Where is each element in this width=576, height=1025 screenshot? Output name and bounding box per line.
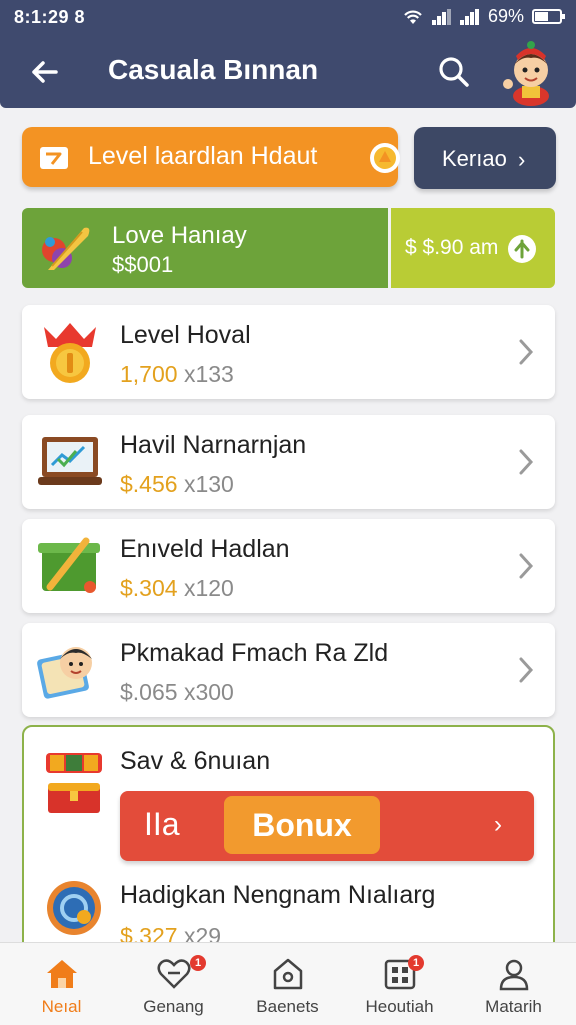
battery-icon: [532, 9, 565, 24]
tab-matarih[interactable]: Matarih: [456, 943, 571, 1025]
chevron-right-icon: ›: [494, 811, 502, 838]
level-action-button[interactable]: Level laardlan Hdaut: [22, 127, 400, 187]
status-icons: 69%: [402, 6, 565, 27]
secondary-action-button[interactable]: Kerıao ›: [414, 127, 556, 189]
heart-chat-icon: [157, 959, 191, 989]
featured-name: Love Hanıay: [112, 222, 247, 249]
item-title: Enıveld Hadlan: [120, 535, 290, 563]
tab-heoutiah[interactable]: 1 Heoutiah: [342, 943, 457, 1025]
list-item[interactable]: Pkmakad Fmach Ra Zld $.065 x300: [22, 623, 555, 717]
back-arrow-icon[interactable]: [24, 52, 64, 92]
featured-banner[interactable]: Love Hanıay $$001: [22, 208, 388, 288]
signal-icon-2: [459, 8, 480, 25]
tab-genang[interactable]: 1 Genang: [116, 943, 231, 1025]
tab-label: Neıal: [41, 997, 82, 1016]
secondary-action-label: Kerıao: [442, 146, 507, 171]
battery-percent: 69%: [487, 6, 524, 26]
level-action-label: Level laardlan Hdaut: [88, 142, 318, 170]
status-bar: 8:1:29 8 69%: [0, 0, 576, 36]
chevron-right-icon: [519, 553, 534, 579]
item-price: $.065: [120, 679, 178, 705]
tab-label: Genang: [143, 997, 204, 1016]
app-bar: Casuala Bınnan: [0, 36, 576, 108]
search-icon[interactable]: [434, 52, 474, 92]
bag-icon: [273, 958, 303, 990]
user-icon: [499, 959, 529, 991]
settings-globe-icon: [47, 881, 101, 935]
item-meta: 1,700 x133: [120, 361, 234, 388]
item-meta: $.456 x130: [120, 471, 234, 498]
list-item[interactable]: Level Hoval 1,700 x133: [22, 305, 555, 399]
notification-badge: 1: [408, 955, 424, 971]
feather-pen-icon: [42, 227, 90, 270]
item-meta: $.304 x120: [120, 575, 234, 602]
tab-label: Matarih: [485, 997, 542, 1016]
tab-baenets[interactable]: Baenets: [230, 943, 345, 1025]
item-price: $.304: [120, 575, 178, 601]
chevron-right-icon: [519, 657, 534, 683]
item-qty: x130: [183, 471, 234, 497]
bonus-button[interactable]: IIa Bonux ›: [120, 791, 534, 861]
featured-side-price: $ $.90 am: [405, 236, 499, 259]
character-card-icon: [37, 647, 92, 699]
item-qty: x300: [183, 679, 234, 705]
tab-home[interactable]: Neıal: [4, 943, 119, 1025]
item-qty: x120: [183, 575, 234, 601]
bonus-label: Bonux: [224, 796, 380, 854]
chevron-right-icon: [519, 339, 534, 365]
page-title: Casuala Bınnan: [108, 54, 319, 85]
gift-chest-icon: [46, 753, 102, 813]
green-box-icon: [38, 537, 100, 593]
bottom-tab-bar: Neıal 1 Genang Baenets 1 Heoutiah Matari…: [0, 942, 576, 1025]
featured-price: $$001: [112, 252, 174, 277]
item-title: Havil Narnarnjan: [120, 431, 307, 459]
bonus-prefix: IIa: [144, 806, 180, 842]
chevron-right-icon: ›: [518, 147, 526, 172]
promo-panel: Sav & 6nuıan IIa Bonux › Hadigkan Nengna…: [22, 725, 555, 955]
list-item[interactable]: Havil Narnarnjan $.456 x130: [22, 415, 555, 509]
home-icon: [47, 960, 77, 988]
item-price: 1,700: [120, 361, 178, 387]
list-item[interactable]: Enıveld Hadlan $.304 x120: [22, 519, 555, 613]
upgrade-icon: [508, 235, 536, 263]
featured-price-button[interactable]: $ $.90 am: [391, 208, 555, 288]
promo-second-title: Hadigkan Nengnam Nıalıarg: [120, 881, 436, 909]
item-price: $.456: [120, 471, 178, 497]
item-qty: x133: [183, 361, 234, 387]
notification-badge: 1: [190, 955, 206, 971]
chevron-right-icon: [519, 449, 534, 475]
laptop-chart-icon: [38, 437, 102, 485]
item-title: Pkmakad Fmach Ra Zld: [120, 639, 389, 667]
ticket-icon: [40, 147, 68, 169]
status-time: 8:1:29 8: [14, 7, 86, 27]
item-title: Level Hoval: [120, 321, 251, 349]
promo-title: Sav & 6nuıan: [120, 747, 271, 775]
tab-label: Heoutiah: [365, 997, 434, 1016]
tab-label: Baenets: [256, 997, 319, 1016]
avatar[interactable]: [500, 40, 562, 106]
item-meta: $.065 x300: [120, 679, 234, 706]
wifi-icon: [404, 10, 422, 24]
coin-icon: [370, 143, 400, 173]
crown-coin-icon: [44, 323, 96, 383]
signal-icon: [431, 8, 452, 25]
